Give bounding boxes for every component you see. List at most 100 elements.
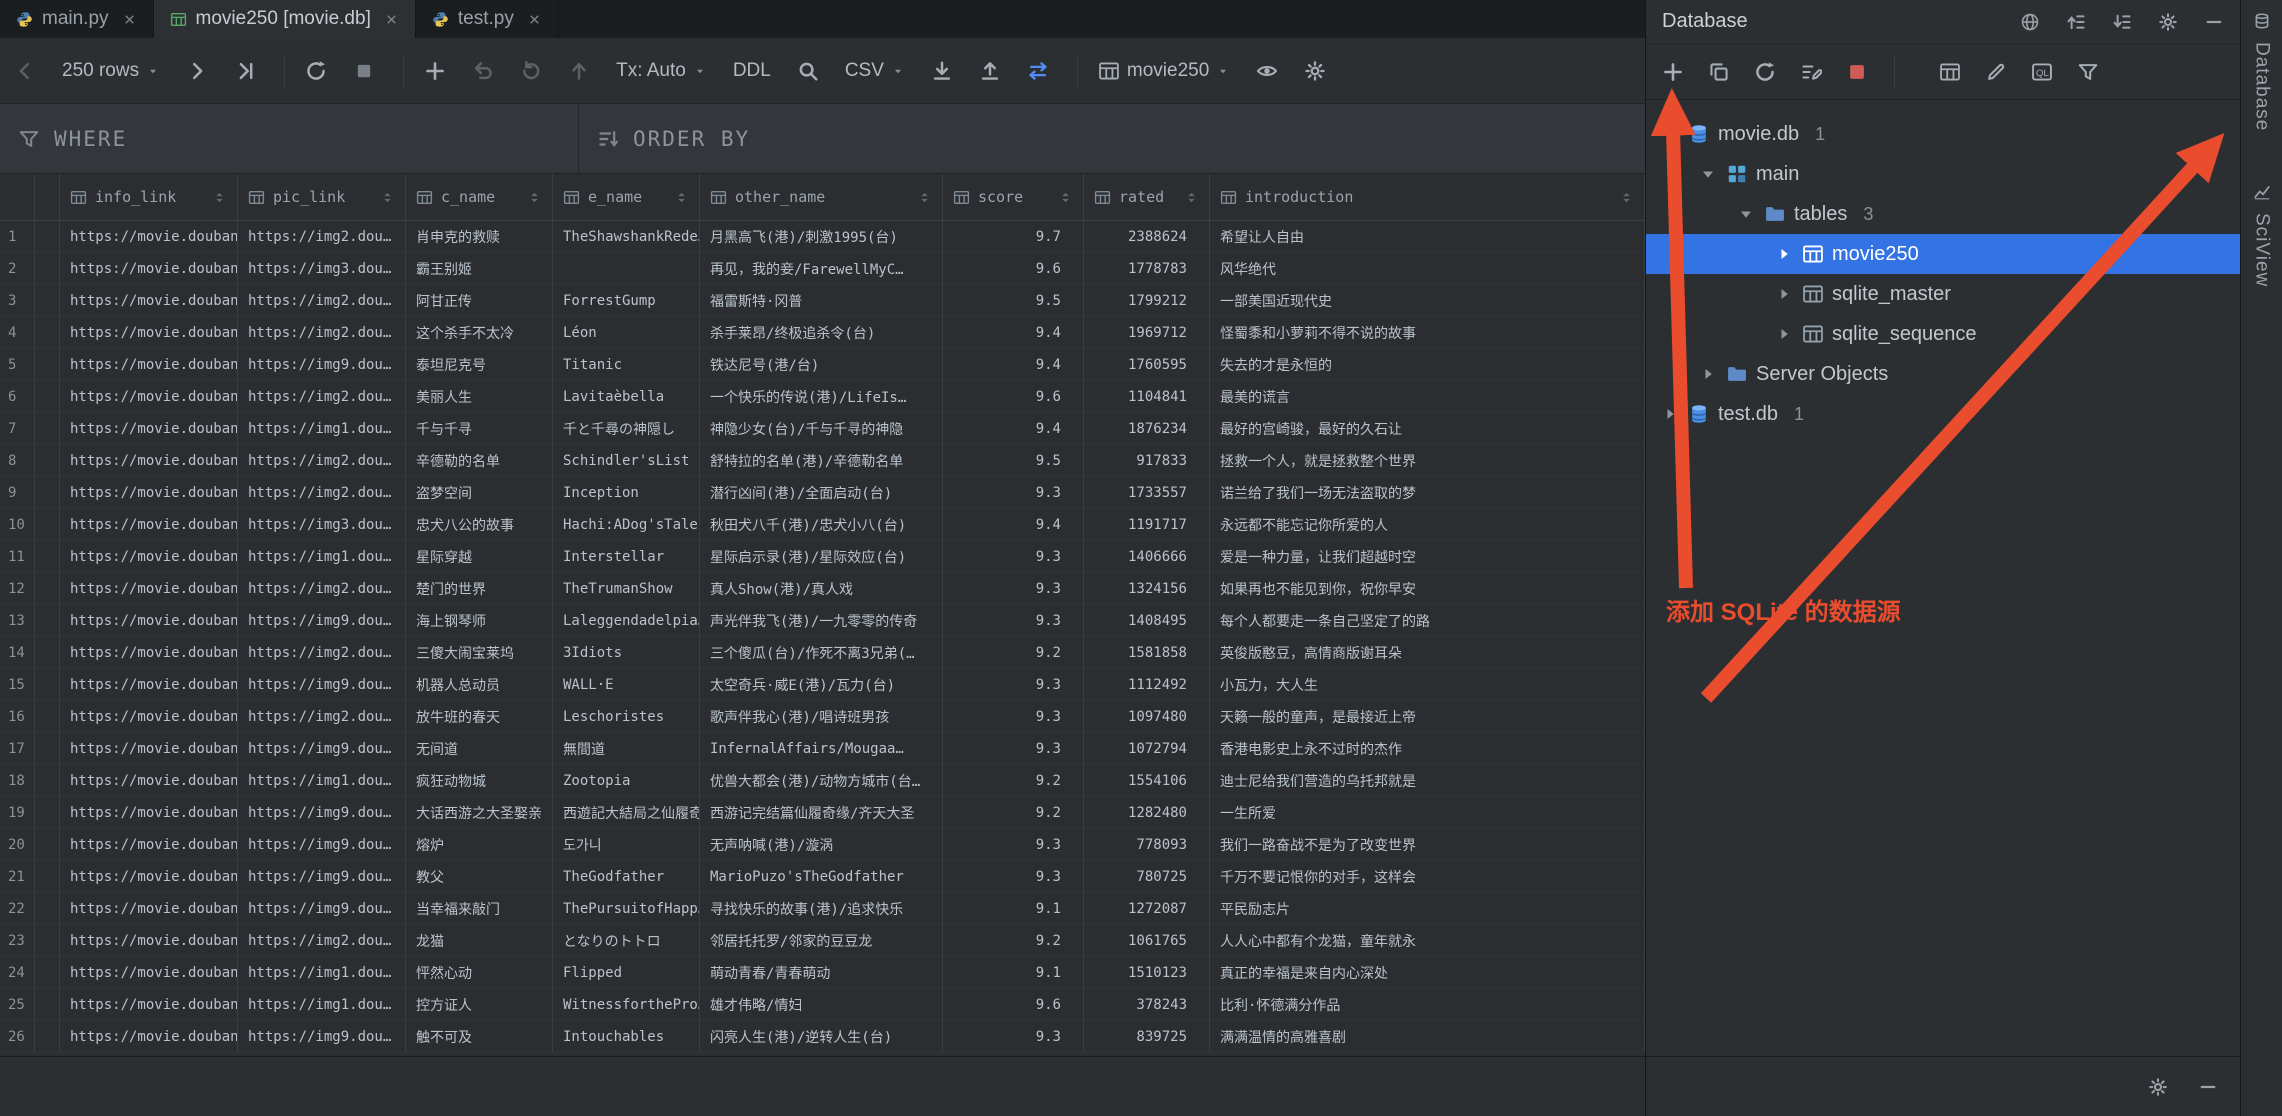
cell-score[interactable]: 9.3 [943,477,1084,508]
cell-c_name[interactable]: 星际穿越 [406,541,553,572]
compare-data-button[interactable] [1027,60,1049,82]
cell-rated[interactable]: 1072794 [1084,733,1210,764]
pencil-icon[interactable] [1985,61,2007,83]
cell-introduction[interactable]: 天籁一般的童声，是最接近上帝 [1210,701,1645,732]
cell-introduction[interactable]: 诺兰给了我们一场无法盗取的梦 [1210,477,1645,508]
cell-other_name[interactable]: 福雷斯特·冈普 [700,285,943,316]
row-number[interactable]: 26 [0,1021,35,1052]
cell-score[interactable]: 9.6 [943,253,1084,284]
transaction-mode-selector[interactable]: Tx: Auto [616,60,707,82]
cell-c_name[interactable]: 楚门的世界 [406,573,553,604]
find-button[interactable] [797,60,819,82]
cell-score[interactable]: 9.4 [943,349,1084,380]
cell-score[interactable]: 9.3 [943,1021,1084,1052]
cell-e_name[interactable]: ForrestGump [553,285,700,316]
globe-icon[interactable] [2020,12,2040,32]
cell-pic_link[interactable]: https://img2.dou… [238,317,406,348]
cell-e_name[interactable]: Titanic [553,349,700,380]
cell-info_link[interactable]: https://movie.douban… [60,1021,238,1052]
row-number[interactable]: 6 [0,381,35,412]
cell-other_name[interactable]: 舒特拉的名单(港)/辛德勒名单 [700,445,943,476]
row-number[interactable]: 22 [0,893,35,924]
sort-arrows-icon[interactable] [527,190,542,205]
row-number[interactable]: 10 [0,509,35,540]
cell-pic_link[interactable]: https://img9.dou… [238,1021,406,1052]
cell-info_link[interactable]: https://movie.douban… [60,733,238,764]
order-by-field[interactable]: ORDER BY [579,104,768,173]
column-header-pic_link[interactable]: pic_link [238,174,406,220]
column-header-score[interactable]: score [943,174,1084,220]
cell-pic_link[interactable]: https://img9.dou… [238,829,406,860]
cell-pic_link[interactable]: https://img1.dou… [238,413,406,444]
sort-arrows-icon[interactable] [1058,190,1073,205]
cell-rated[interactable]: 1282480 [1084,797,1210,828]
previous-page-button[interactable] [14,60,36,82]
export-format-selector[interactable]: CSV [845,60,905,82]
cell-c_name[interactable]: 无间道 [406,733,553,764]
row-number[interactable]: 4 [0,317,35,348]
cell-score[interactable]: 9.3 [943,573,1084,604]
cell-introduction[interactable]: 如果再也不能见到你，祝你早安 [1210,573,1645,604]
row-number[interactable]: 11 [0,541,35,572]
sort-arrows-icon[interactable] [1184,190,1199,205]
cell-pic_link[interactable]: https://img2.dou… [238,285,406,316]
tool-button-database[interactable]: Database [2251,12,2273,131]
column-header-e_name[interactable]: e_name [553,174,700,220]
cell-other_name[interactable]: 寻找快乐的故事(港)/追求快乐 [700,893,943,924]
chevron-down-icon[interactable] [1660,124,1680,144]
cell-e_name[interactable]: TheTrumanShow [553,573,700,604]
cell-rated[interactable]: 1104841 [1084,381,1210,412]
cell-pic_link[interactable]: https://img3.dou… [238,509,406,540]
add-row-button[interactable] [424,60,446,82]
cell-info_link[interactable]: https://movie.douban… [60,765,238,796]
cell-pic_link[interactable]: https://img2.dou… [238,701,406,732]
undo-button[interactable] [472,60,494,82]
row-number[interactable]: 18 [0,765,35,796]
cell-e_name[interactable]: WitnessforthePro… [553,989,700,1020]
cell-info_link[interactable]: https://movie.douban… [60,925,238,956]
chevron-right-icon[interactable] [1774,284,1794,304]
where-clause-field[interactable]: WHERE [0,104,579,173]
cell-e_name[interactable]: ThePursuitofHapp… [553,893,700,924]
cell-introduction[interactable]: 比利·怀德满分作品 [1210,989,1645,1020]
cell-c_name[interactable]: 怦然心动 [406,957,553,988]
cell-pic_link[interactable]: https://img1.dou… [238,541,406,572]
chevron-right-icon[interactable] [1774,244,1794,264]
import-data-button[interactable] [979,60,1001,82]
tree-item-sqlite-sequence[interactable]: sqlite_sequence [1646,314,2240,354]
cell-info_link[interactable]: https://movie.douban… [60,477,238,508]
column-header-c_name[interactable]: c_name [406,174,553,220]
cell-c_name[interactable]: 肖申克的救赎 [406,221,553,252]
cell-c_name[interactable]: 海上钢琴师 [406,605,553,636]
cell-pic_link[interactable]: https://img2.dou… [238,637,406,668]
cell-e_name[interactable]: 無間道 [553,733,700,764]
cell-info_link[interactable]: https://movie.douban… [60,413,238,444]
column-header-other_name[interactable]: other_name [700,174,943,220]
stop-connection-icon[interactable] [1846,61,1868,83]
cell-other_name[interactable]: 一个快乐的传说(港)/LifeIs… [700,381,943,412]
cell-introduction[interactable]: 永远都不能忘记你所爱的人 [1210,509,1645,540]
cell-pic_link[interactable]: https://img2.dou… [238,573,406,604]
chevron-down-icon[interactable] [1698,164,1718,184]
cell-other_name[interactable]: InfernalAffairs/Mougaa… [700,733,943,764]
page-size-selector[interactable]: 250 rows [62,60,160,82]
cell-e_name[interactable]: 西遊記大結局之仙履奇緣 [553,797,700,828]
cell-score[interactable]: 9.1 [943,957,1084,988]
row-number[interactable]: 20 [0,829,35,860]
cell-introduction[interactable]: 每个人都要走一条自己坚定了的路 [1210,605,1645,636]
row-number[interactable]: 21 [0,861,35,892]
ddl-button[interactable]: DDL [733,60,771,82]
cell-pic_link[interactable]: https://img1.dou… [238,957,406,988]
cell-introduction[interactable]: 最美的谎言 [1210,381,1645,412]
row-number[interactable]: 12 [0,573,35,604]
cell-other_name[interactable]: 月黑高飞(港)/刺激1995(台) [700,221,943,252]
close-icon[interactable] [527,12,542,27]
sort-arrows-icon[interactable] [917,190,932,205]
cell-e_name[interactable]: Léon [553,317,700,348]
tree-item-movie-db[interactable]: movie.db1 [1646,114,2240,154]
column-header-introduction[interactable]: introduction [1210,174,1645,220]
cell-c_name[interactable]: 触不可及 [406,1021,553,1052]
row-number[interactable]: 9 [0,477,35,508]
cell-pic_link[interactable]: https://img2.dou… [238,925,406,956]
cell-score[interactable]: 9.3 [943,541,1084,572]
